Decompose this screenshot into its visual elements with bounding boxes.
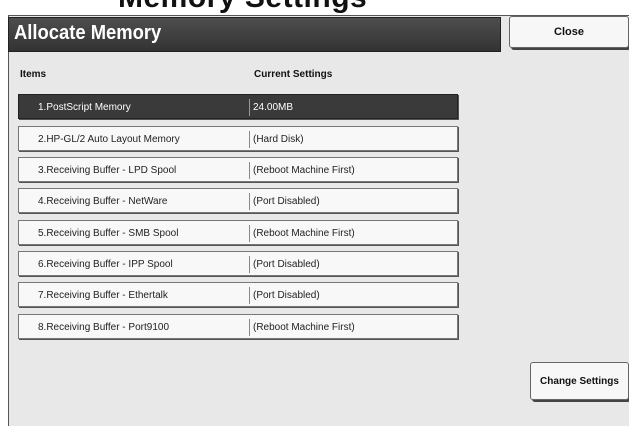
top-banner-text: Memory Settings: [118, 0, 367, 15]
row-current-setting: (Reboot Machine First): [253, 322, 355, 333]
table-row[interactable]: 7.Receiving Buffer - Ethertalk (Port Dis…: [18, 282, 458, 307]
row-divider: [249, 319, 250, 336]
row-divider: [249, 256, 250, 273]
row-current-setting: (Reboot Machine First): [253, 165, 355, 176]
table-row[interactable]: 6.Receiving Buffer - IPP Spool (Port Dis…: [18, 251, 458, 276]
row-item-label: 2.HP-GL/2 Auto Layout Memory: [38, 134, 180, 145]
row-item-label: 4.Receiving Buffer - NetWare: [38, 196, 168, 207]
title-bar: Allocate Memory: [8, 17, 501, 52]
row-divider: [249, 131, 250, 148]
table-row[interactable]: 8.Receiving Buffer - Port9100 (Reboot Ma…: [18, 314, 458, 339]
row-current-setting: (Port Disabled): [253, 259, 320, 270]
row-divider: [249, 225, 250, 242]
row-item-label: 3.Receiving Buffer - LPD Spool: [38, 165, 177, 176]
table-row[interactable]: 3.Receiving Buffer - LPD Spool (Reboot M…: [18, 157, 458, 182]
table-row[interactable]: 5.Receiving Buffer - SMB Spool (Reboot M…: [18, 220, 458, 245]
change-settings-button[interactable]: Change Settings: [530, 362, 629, 400]
table-row[interactable]: 4.Receiving Buffer - NetWare (Port Disab…: [18, 188, 458, 213]
row-item-label: 5.Receiving Buffer - SMB Spool: [38, 228, 179, 239]
top-banner: Memory Settings: [0, 0, 629, 15]
row-item-label: 7.Receiving Buffer - Ethertalk: [38, 290, 168, 301]
row-current-setting: (Reboot Machine First): [253, 228, 355, 239]
row-divider: [249, 287, 250, 304]
column-header-current-settings: Current Settings: [254, 69, 333, 80]
row-item-label: 6.Receiving Buffer - IPP Spool: [38, 259, 173, 270]
page-title: Allocate Memory: [14, 22, 162, 44]
column-header-items: Items: [20, 69, 47, 80]
table-row[interactable]: 2.HP-GL/2 Auto Layout Memory (Hard Disk): [18, 126, 458, 151]
row-divider: [249, 99, 250, 116]
close-button[interactable]: Close: [509, 16, 629, 48]
row-current-setting: (Hard Disk): [253, 134, 304, 145]
row-divider: [249, 193, 250, 210]
row-current-setting: (Port Disabled): [253, 196, 320, 207]
row-divider: [249, 162, 250, 179]
row-item-label: 8.Receiving Buffer - Port9100: [38, 322, 170, 333]
row-item-label: 1.PostScript Memory: [38, 102, 131, 113]
table-row[interactable]: 1.PostScript Memory 24.00MB: [18, 94, 458, 119]
row-current-setting: (Port Disabled): [253, 290, 320, 301]
row-current-setting: 24.00MB: [253, 102, 294, 113]
